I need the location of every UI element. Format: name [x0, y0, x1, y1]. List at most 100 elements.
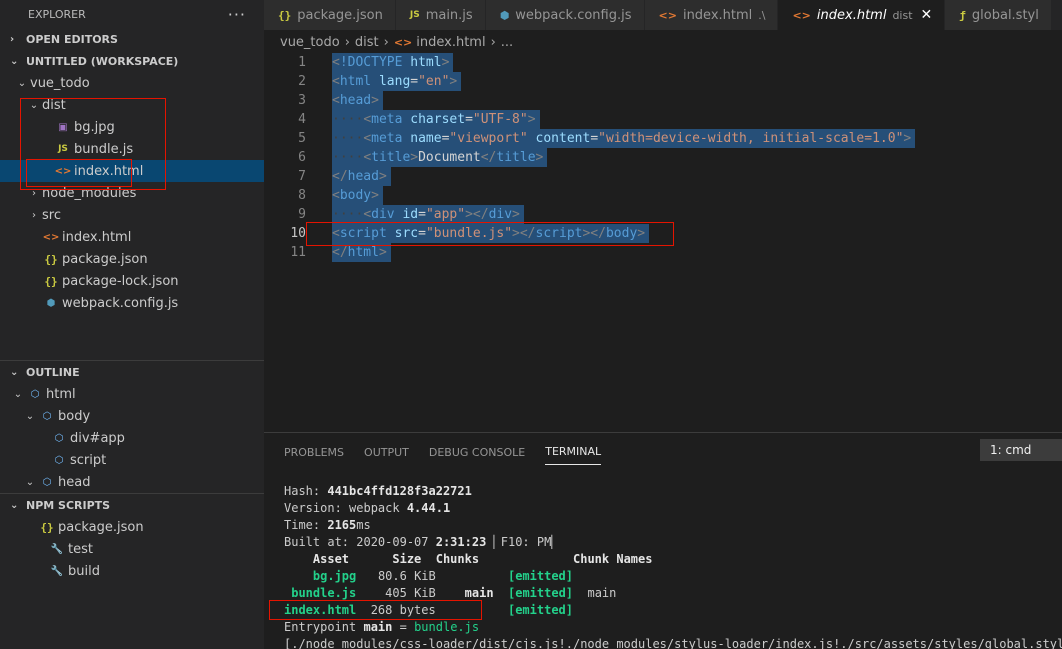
file-type-icon: <>: [658, 8, 677, 22]
tab-description: .\: [758, 8, 766, 22]
breadcrumb-separator: ›: [490, 34, 496, 50]
editor-tab[interactable]: JS main.js: [395, 0, 486, 30]
tree-item-label: vue_todo: [30, 75, 90, 91]
breadcrumb-item[interactable]: dist: [355, 35, 379, 50]
editor-tab[interactable]: ƒ global.styl: [945, 0, 1052, 30]
annotation-box-script-line: [306, 222, 674, 246]
tree-item-label: head: [58, 474, 91, 490]
terminal-line: Hash: 441bc4ffd128f3a22721: [284, 484, 472, 498]
code-text: ····<meta charset="UTF-8">: [332, 110, 540, 129]
code-line: 2 <html lang="en">: [264, 72, 1062, 91]
panel-tab[interactable]: PROBLEMS: [284, 438, 344, 465]
editor-tabs: {} package.json JS main.js ⬢ webpack.config.j…: [264, 0, 1062, 30]
line-number: 9: [298, 207, 306, 222]
terminal-line: Version: webpack 4.44.1: [284, 501, 451, 515]
tab-label: index.html: [682, 7, 753, 23]
chevron-right-icon: ›: [10, 33, 15, 45]
code-line: 3 <head>: [264, 91, 1062, 110]
element-cube-icon: ⬡: [42, 410, 52, 422]
tree-item[interactable]: ⬡ script: [0, 449, 264, 471]
open-editors-section[interactable]: › OPEN EDITORS: [0, 28, 264, 50]
breadcrumb-item[interactable]: ...: [501, 35, 513, 50]
json-file-icon: {}: [40, 520, 54, 534]
tree-item-label: html: [46, 386, 76, 402]
file-type-icon: ⬢: [499, 8, 510, 22]
tree-item[interactable]: ⌄ ⬡ body: [0, 405, 264, 427]
line-number: 8: [298, 188, 306, 203]
terminal-line: Built at: 2020-09-07 2:31:23 ▏F10: PM▏: [284, 535, 559, 549]
tree-item-label: div#app: [70, 430, 125, 446]
more-actions-icon[interactable]: ···: [228, 5, 246, 24]
line-number: 1: [298, 55, 306, 70]
code-line: 1 <!DOCTYPE html>: [264, 53, 1062, 72]
open-editors-label: OPEN EDITORS: [26, 32, 118, 46]
outline-tree: ⌄⬡html⌄⬡body⬡div#app⬡script⌄⬡head⬡meta: [0, 383, 264, 493]
terminal-line: bg.jpg 80.6 KiB [emitted]: [312, 569, 574, 583]
terminal-line: [./node_modules/css-loader/dist/cjs.js!.…: [284, 637, 1062, 649]
editor-tab[interactable]: {} package.json: [264, 0, 396, 30]
tab-label: global.styl: [971, 7, 1039, 23]
chevron-down-icon: ⌄: [10, 499, 19, 511]
tree-item-label: index.html: [62, 229, 132, 245]
file-type-icon: {}: [278, 8, 292, 22]
code-line: 7 </head>: [264, 167, 1062, 186]
npm-scripts-section[interactable]: ⌄ NPM SCRIPTS: [0, 494, 264, 516]
tree-item-label: package-lock.json: [62, 273, 179, 289]
editor-tab[interactable]: <> index.html .\: [644, 0, 779, 30]
terminal-line: Entrypoint main = bundle.js: [284, 620, 480, 634]
breadcrumb-item[interactable]: vue_todo: [280, 35, 340, 50]
html-file-icon: <>: [42, 231, 60, 243]
panel-tab[interactable]: DEBUG CONSOLE: [429, 438, 525, 465]
chevron-down-icon: ⌄: [10, 55, 19, 67]
tree-item[interactable]: 🔧 build: [0, 560, 264, 582]
terminal-output[interactable]: Hash: 441bc4ffd128f3a22721 Version: webpa…: [284, 483, 1062, 649]
wrench-icon: 🔧: [50, 543, 64, 555]
terminal-select[interactable]: 1: cmd: [980, 439, 1062, 461]
code-text: ····<title>Document</title>: [332, 148, 548, 167]
terminal-line: Asset Size Chunks Chunk Names: [312, 552, 653, 566]
outline-label: OUTLINE: [26, 365, 80, 379]
workspace-section[interactable]: ⌄ UNTITLED (WORKSPACE): [0, 50, 264, 72]
annotation-box-index-html: [26, 159, 132, 187]
chevron-down-icon: ⌄: [25, 410, 35, 422]
code-line: 5 ····<meta name="viewport" content="widt…: [264, 129, 1062, 148]
tree-item[interactable]: ⬡ div#app: [0, 427, 264, 449]
line-number: 3: [298, 93, 306, 108]
panel-tab[interactable]: OUTPUT: [364, 438, 409, 465]
editor-tab[interactable]: ⬢ webpack.config.js: [485, 0, 645, 30]
tree-item-label: body: [58, 408, 91, 424]
npm-tree: {} package.json 🔧 test 🔧 build: [0, 516, 264, 582]
terminal-select-value: 1: cmd: [990, 443, 1032, 457]
element-cube-icon: ⬡: [42, 476, 52, 488]
file-type-icon: ƒ: [959, 8, 966, 22]
tree-item[interactable]: ⌄ ⬡ head: [0, 471, 264, 493]
tree-item[interactable]: 🔧 test: [0, 538, 264, 560]
code-text: <body>: [332, 186, 383, 205]
breadcrumb-separator: ›: [344, 34, 350, 50]
outline-section[interactable]: ⌄ OUTLINE: [0, 361, 264, 383]
tree-item[interactable]: {} package.json: [0, 516, 264, 538]
tab-label: main.js: [425, 7, 473, 23]
tree-item[interactable]: ⌄ ⬡ html: [0, 383, 264, 405]
breadcrumb-item[interactable]: index.html: [416, 35, 485, 50]
json-file-icon: {}: [44, 274, 58, 288]
code-text: <head>: [332, 91, 383, 110]
close-icon[interactable]: ✕: [921, 7, 933, 23]
editor-tab[interactable]: <> index.html dist ✕: [778, 0, 946, 30]
tree-item[interactable]: <> index.html: [0, 226, 264, 248]
tree-item[interactable]: › src: [0, 204, 264, 226]
chevron-down-icon: ⌄: [10, 366, 19, 378]
tree-item-label: test: [68, 541, 93, 557]
panel-tab[interactable]: TERMINAL: [545, 437, 602, 465]
tree-item[interactable]: {} package-lock.json: [0, 270, 264, 292]
tree-item[interactable]: ⬢ webpack.config.js: [0, 292, 264, 314]
tree-item-label: script: [70, 452, 107, 468]
tree-item-label: package.json: [58, 519, 144, 535]
code-text: </head>: [332, 167, 391, 186]
tab-label: index.html: [816, 7, 887, 23]
webpack-icon: ⬢: [46, 297, 56, 309]
tree-item[interactable]: ⌄ vue_todo: [0, 72, 264, 94]
tree-item[interactable]: {} package.json: [0, 248, 264, 270]
wrench-icon: 🔧: [50, 565, 64, 577]
